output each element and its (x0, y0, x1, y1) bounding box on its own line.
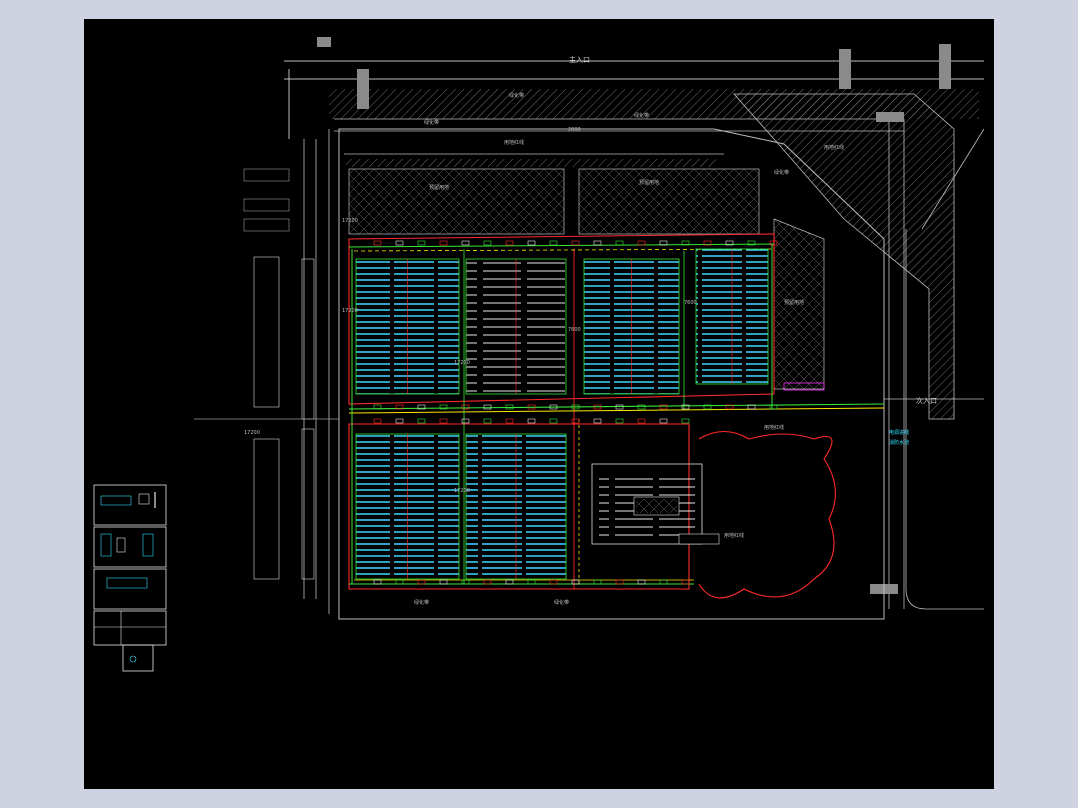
sheet-thumb-3 (93, 568, 167, 610)
dimension-1: 17200 (342, 218, 358, 224)
main-entrance-label: 主入口 (569, 55, 590, 64)
boundary-label-north: 用地红线 (504, 139, 524, 146)
sheet-thumb-5 (122, 644, 154, 672)
boundary-label-east-2: 用地红线 (764, 424, 784, 431)
greenbelt-label-north: 绿化带 (509, 92, 524, 99)
dimension-4: 7600 (568, 327, 581, 333)
dimension-6: 17200 (454, 488, 470, 494)
greenbelt-label-north-2: 绿化带 (424, 119, 439, 126)
greenbelt-label-south: 绿化带 (414, 599, 429, 606)
cad-drawing-viewport[interactable]: 主入口 次入口 绿化带 绿化带 绿化带 绿化带 绿化带 绿化带 用地红线 用地红… (84, 19, 994, 789)
reserved-zone-label-1: 预留用地 (429, 184, 449, 191)
greenbelt-label-east: 绿化带 (774, 169, 789, 176)
secondary-entrance-label: 次入口 (916, 396, 937, 405)
west-road (194, 69, 339, 614)
legend-label-1: 电源进线 (889, 429, 909, 436)
pv-array-blocks (355, 248, 769, 580)
dimension-7: 17200 (244, 430, 260, 436)
site-plan-drawing: 主入口 次入口 绿化带 绿化带 绿化带 绿化带 绿化带 绿化带 用地红线 用地红… (194, 37, 985, 620)
dimension-5: 7600 (684, 300, 697, 306)
equipment-building[interactable] (591, 463, 720, 545)
boundary-label-east: 用地红线 (824, 144, 844, 151)
reserved-zone-label-3: 预留用地 (784, 299, 804, 306)
reserved-zone-label-2: 预留用地 (639, 179, 659, 186)
dimension-3: 17200 (454, 360, 470, 366)
sheet-thumb-4 (93, 610, 167, 646)
sheet-index-panel[interactable] (93, 484, 167, 674)
legend-label-2: 消防水池 (889, 439, 909, 446)
sheet-thumb-2 (93, 526, 167, 568)
boundary-label-south: 用地红线 (724, 532, 744, 539)
dimension-8: 2800 (568, 127, 581, 133)
greenbelt-label-north-3: 绿化带 (634, 112, 649, 119)
dimension-2: 17200 (342, 308, 358, 314)
greenbelt-label-south-2: 绿化带 (554, 599, 569, 606)
